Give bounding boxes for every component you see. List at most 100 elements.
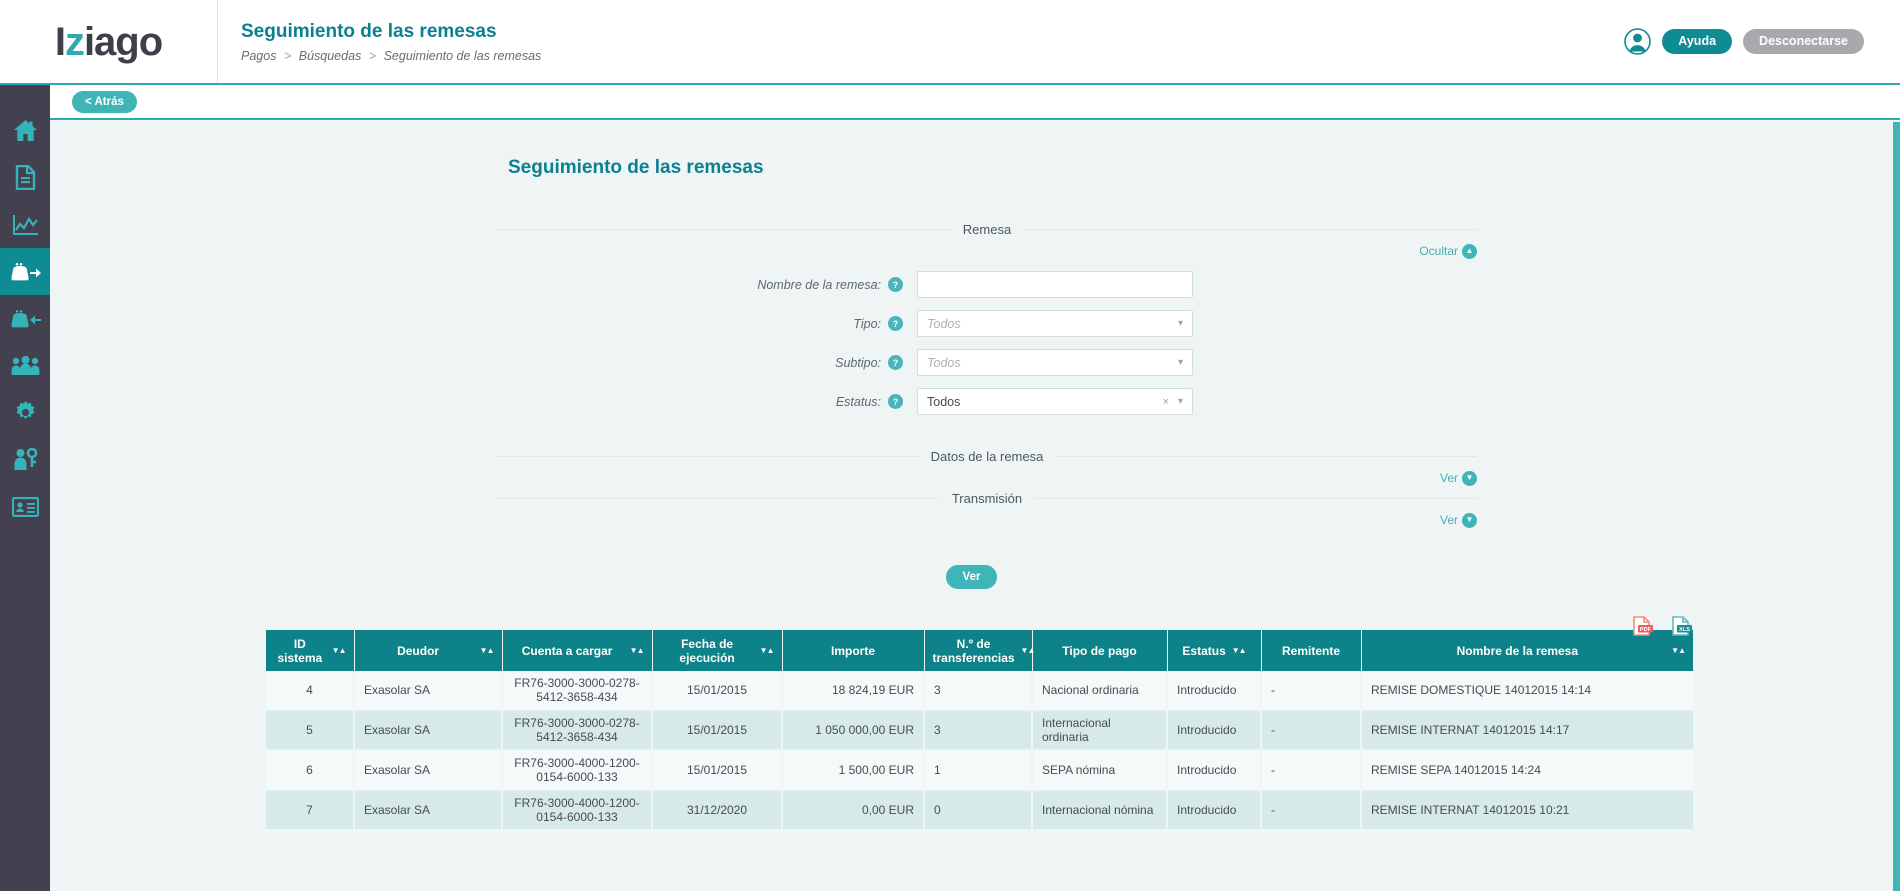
cell-id: 6	[266, 750, 355, 791]
logout-button[interactable]: Desconectarse	[1743, 28, 1864, 55]
select-tipo-box[interactable]: Todos ▾	[917, 310, 1193, 337]
section-toggle-row-remesa: Ocultar ▲	[497, 237, 1477, 259]
chevron-down-icon[interactable]: ▾	[1178, 357, 1183, 368]
breadcrumb-item-0[interactable]: Pagos	[241, 49, 276, 63]
sort-icon[interactable]: ▼▲	[1232, 646, 1247, 655]
label-tipo: Tipo:	[853, 316, 881, 331]
cell-fecha: 15/01/2015	[652, 710, 783, 751]
back-button[interactable]: < Atrás	[72, 90, 137, 113]
cell-nombre-remesa: REMISE INTERNAT 14012015 10:21	[1361, 790, 1693, 831]
col-header-cuenta-a-cargar[interactable]: Cuenta a cargar ▼▲	[502, 630, 653, 671]
cell-cuenta: FR76-3000-4000-1200-0154-6000-133	[502, 790, 653, 831]
chevron-down-icon[interactable]: ▾	[1178, 396, 1183, 407]
search-submit-button[interactable]: Ver	[945, 565, 998, 589]
header-actions: Ayuda Desconectarse	[1624, 0, 1900, 83]
cell-importe: 0,00 EUR	[782, 790, 925, 831]
cell-estatus: Introducido	[1167, 671, 1262, 711]
vertical-scrollbar[interactable]	[1893, 122, 1900, 891]
sidebar-item-account-card[interactable]	[0, 483, 50, 530]
toggle-datos-section[interactable]: Ver ▼	[1440, 470, 1477, 486]
sort-icon[interactable]: ▼▲	[480, 646, 495, 655]
sidebar-item-reports[interactable]	[0, 201, 50, 248]
table-row[interactable]: 6 Exasolar SA FR76-3000-4000-1200-0154-6…	[266, 750, 1693, 791]
sidebar-item-users[interactable]	[0, 342, 50, 389]
select-subtipo-box[interactable]: Todos ▾	[917, 349, 1193, 376]
sidebar-item-payments-in[interactable]	[0, 295, 50, 342]
col-header-id-sistema[interactable]: ID sistema ▼▲	[266, 630, 355, 671]
sidebar-item-payments-out[interactable]	[0, 248, 50, 295]
export-buttons: PDF XLS	[265, 589, 1693, 636]
section-title-transmision: Transmisión	[938, 491, 1036, 506]
col-header-tipo-de-pago[interactable]: Tipo de pago	[1032, 630, 1168, 671]
header-title: Seguimiento de las remesas	[241, 20, 497, 42]
gear-icon	[14, 401, 37, 424]
cell-remitente: -	[1261, 671, 1362, 711]
help-icon-tipo[interactable]: ?	[888, 316, 903, 331]
select-subtipo-value: Todos	[927, 355, 961, 370]
chevron-down-icon[interactable]: ▾	[1178, 318, 1183, 329]
export-xls-button[interactable]: XLS	[1658, 616, 1693, 636]
user-avatar-icon[interactable]	[1624, 28, 1652, 55]
toggle-remesa-section[interactable]: Ocultar ▲	[1419, 243, 1477, 259]
breadcrumb-separator: >	[283, 48, 292, 63]
col-header-estatus[interactable]: Estatus ▼▲	[1167, 630, 1262, 671]
table-header-row: ID sistema ▼▲ Deudor ▼▲ Cuenta a cargar	[266, 630, 1693, 671]
breadcrumb: Pagos > Búsquedas > Seguimiento de las r…	[241, 49, 541, 63]
col-label: Estatus	[1182, 643, 1226, 658]
help-button[interactable]: Ayuda	[1662, 28, 1733, 55]
sort-icon[interactable]: ▼▲	[332, 646, 347, 655]
help-icon-subtipo[interactable]: ?	[888, 355, 903, 370]
sidebar-item-settings[interactable]	[0, 389, 50, 436]
toggle-transmision-section[interactable]: Ver ▼	[1440, 512, 1477, 528]
sort-icon[interactable]: ▼▲	[1671, 646, 1686, 655]
table-row[interactable]: 5 Exasolar SA FR76-3000-3000-0278-5412-3…	[266, 710, 1693, 751]
section-title-remesa: Remesa	[949, 222, 1025, 237]
sidebar-item-documents[interactable]	[0, 154, 50, 201]
col-header-remitente[interactable]: Remitente	[1261, 630, 1362, 671]
table-row[interactable]: 4 Exasolar SA FR76-3000-3000-0278-5412-3…	[266, 671, 1693, 711]
label-subtipo: Subtipo:	[835, 355, 881, 370]
help-icon-nombre[interactable]: ?	[888, 277, 903, 292]
clear-icon[interactable]: ×	[1163, 396, 1169, 408]
input-nombre-remesa[interactable]	[917, 271, 1193, 298]
home-icon	[13, 119, 38, 142]
payment-in-icon	[10, 308, 41, 330]
export-pdf-button[interactable]: PDF	[1619, 616, 1658, 636]
col-header-fecha-ejecucion[interactable]: Fecha de ejecución ▼▲	[652, 630, 783, 671]
top-header: Iziago Seguimiento de las remesas Pagos …	[0, 0, 1900, 85]
col-header-transferencias[interactable]: N.º de transferencias ▼▲	[924, 630, 1036, 671]
cell-cuenta: FR76-3000-4000-1200-0154-6000-133	[502, 750, 653, 791]
col-header-deudor[interactable]: Deudor ▼▲	[354, 630, 503, 671]
select-estatus[interactable]: Todos × ▾	[917, 388, 1193, 415]
section-toggle-row-transmision: Ver ▼	[497, 506, 1477, 528]
cell-importe: 1 500,00 EUR	[782, 750, 925, 791]
submit-row: Ver	[50, 565, 1893, 589]
col-header-importe[interactable]: Importe	[782, 630, 925, 671]
select-tipo[interactable]: Todos ▾	[917, 310, 1193, 337]
field-row-tipo: Tipo: ? Todos ▾	[50, 310, 1893, 337]
help-icon-estatus[interactable]: ?	[888, 394, 903, 409]
table-row[interactable]: 7 Exasolar SA FR76-3000-4000-1200-0154-6…	[266, 790, 1693, 831]
sidebar-item-permissions[interactable]	[0, 436, 50, 483]
cell-fecha: 15/01/2015	[652, 750, 783, 791]
sort-icon[interactable]: ▼▲	[630, 646, 645, 655]
breadcrumb-item-1[interactable]: Búsquedas	[299, 49, 362, 63]
sort-icon[interactable]: ▼▲	[760, 646, 775, 655]
col-label: Fecha de ejecución	[679, 636, 735, 665]
col-label: Remitente	[1281, 643, 1340, 658]
id-card-icon	[11, 496, 39, 517]
field-row-estatus: Estatus: ? Todos × ▾	[50, 388, 1893, 415]
cell-remitente: -	[1261, 750, 1362, 791]
svg-text:XLS: XLS	[1679, 627, 1690, 633]
select-estatus-value: Todos	[927, 394, 961, 409]
sort-icon[interactable]: ▼▲	[1021, 646, 1036, 655]
select-estatus-box[interactable]: Todos × ▾	[917, 388, 1193, 415]
cell-transferencias: 3	[924, 710, 1033, 751]
chevron-down-icon: ▼	[1462, 512, 1477, 528]
logo[interactable]: Iziago	[0, 0, 218, 83]
sidebar-item-home[interactable]	[0, 107, 50, 154]
payment-out-icon	[10, 261, 41, 283]
cell-deudor: Exasolar SA	[354, 750, 503, 791]
breadcrumb-item-2[interactable]: Seguimiento de las remesas	[384, 49, 542, 63]
select-subtipo[interactable]: Todos ▾	[917, 349, 1193, 376]
